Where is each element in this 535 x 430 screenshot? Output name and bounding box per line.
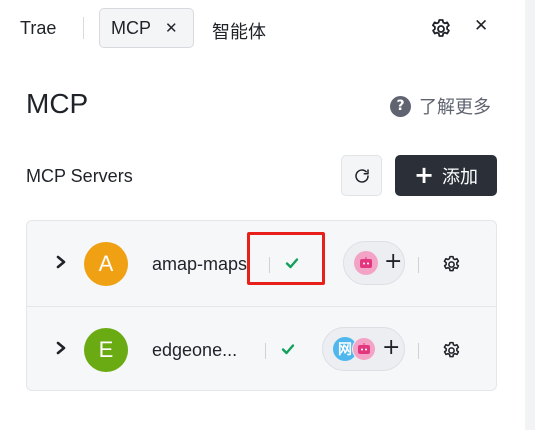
tab-divider [83,17,84,39]
status-connected-check-icon [281,344,295,355]
learn-more-label: 了解更多 [419,97,491,117]
server-row-edgeone[interactable]: E edgeone... 网 + [27,306,496,391]
close-tab-icon[interactable]: ✕ [165,19,178,37]
page-title: MCP [26,88,89,119]
server-settings-gear-icon[interactable] [441,254,462,275]
top-tab-bar: Trae MCP ✕ 智能体 ✕ [0,0,525,58]
scrollbar-track[interactable] [525,0,535,430]
server-name: edgeone... [152,340,238,360]
close-panel-icon[interactable]: ✕ [474,16,488,36]
chevron-right-icon[interactable] [54,255,68,269]
tab-mcp-label: MCP [111,17,151,38]
settings-gear-icon[interactable] [429,17,453,41]
refresh-button[interactable] [341,155,382,196]
add-server-label: 添加 [442,166,479,187]
tool-bot-icon [354,251,378,275]
help-icon: ? [390,95,411,117]
add-server-button[interactable]: + 添加 [395,155,497,196]
tab-mcp[interactable]: MCP ✕ [99,8,194,48]
divider [418,257,419,273]
server-tools-pill[interactable]: 网 + [322,327,405,371]
server-avatar: E [84,328,128,372]
chevron-right-icon[interactable] [54,341,68,355]
plus-icon: + [413,160,435,189]
highlight-annotation-box [247,232,325,285]
refresh-icon [354,168,369,183]
server-name: amap-maps [152,254,248,274]
add-tool-icon: + [382,334,401,360]
divider [265,343,266,359]
tab-agent[interactable]: 智能体 [212,18,266,44]
server-avatar: A [84,242,128,286]
divider [418,343,419,359]
add-tool-icon: + [384,248,403,274]
tool-bot-icon [352,337,376,361]
tab-trae[interactable]: Trae [20,18,56,39]
learn-more-link[interactable]: ? 了解更多 [390,93,491,119]
mcp-servers-title: MCP Servers [26,166,133,186]
server-tools-pill[interactable]: + [343,241,405,285]
server-settings-gear-icon[interactable] [441,340,462,361]
